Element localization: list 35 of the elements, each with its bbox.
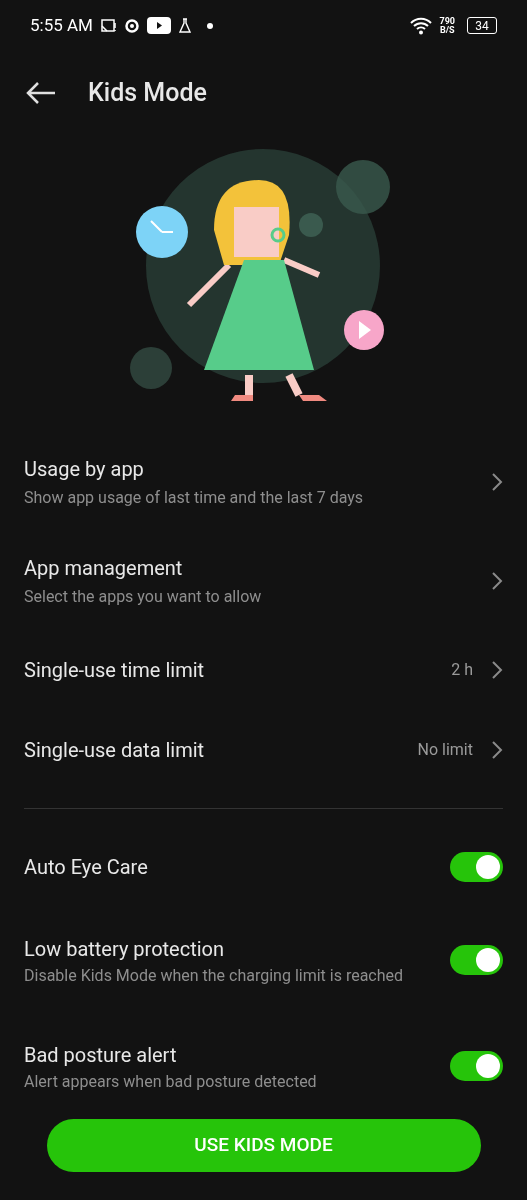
- speed-unit: B/S: [439, 25, 455, 35]
- flask-icon: [178, 18, 191, 34]
- row-subtitle: Alert appears when bad posture detected: [24, 1072, 318, 1092]
- toggle-switch[interactable]: [450, 852, 503, 882]
- status-time: 5:55 AM: [30, 14, 93, 37]
- settings-row[interactable]: Single-use data limit No limit: [0, 710, 527, 790]
- chevron-right-icon: [491, 660, 503, 680]
- row-title: Single-use data limit: [24, 737, 206, 764]
- wifi-icon: [409, 16, 432, 35]
- row-value: 2 h: [451, 659, 473, 681]
- settings-row[interactable]: Usage by app Show app usage of last time and the last 7 days: [0, 432, 527, 531]
- row-value: No limit: [417, 739, 473, 761]
- toggle-switch[interactable]: [450, 1051, 503, 1081]
- dot-icon: [206, 22, 213, 29]
- screen-icon: [100, 18, 117, 33]
- row-title: Bad posture alert: [24, 1042, 178, 1069]
- row-title: Low battery protection: [24, 936, 226, 963]
- chevron-right-icon: [491, 471, 503, 492]
- chevron-right-icon: [491, 570, 503, 591]
- page-title: Kids Mode: [88, 77, 207, 110]
- toggle-switch[interactable]: [450, 945, 503, 975]
- row-title: App management: [24, 554, 184, 582]
- row-subtitle: Disable Kids Mode when the charging limit is reached: [24, 966, 405, 986]
- swirl-icon: [124, 18, 139, 33]
- row-subtitle: Select the apps you want to allow: [24, 585, 263, 608]
- play-icon: [146, 17, 171, 35]
- speed-value: 790: [439, 16, 455, 26]
- chevron-right-icon: [491, 740, 503, 760]
- battery-indicator: 34: [467, 17, 497, 35]
- settings-row[interactable]: Single-use time limit 2 h: [0, 630, 527, 710]
- row-title: Auto Eye Care: [24, 854, 149, 881]
- row-subtitle: Show app usage of last time and the last 7 days: [24, 486, 365, 509]
- row-title: Usage by app: [24, 455, 145, 483]
- settings-row[interactable]: App management Select the apps you want to allow: [0, 531, 527, 630]
- row-title: Single-use time limit: [24, 657, 206, 684]
